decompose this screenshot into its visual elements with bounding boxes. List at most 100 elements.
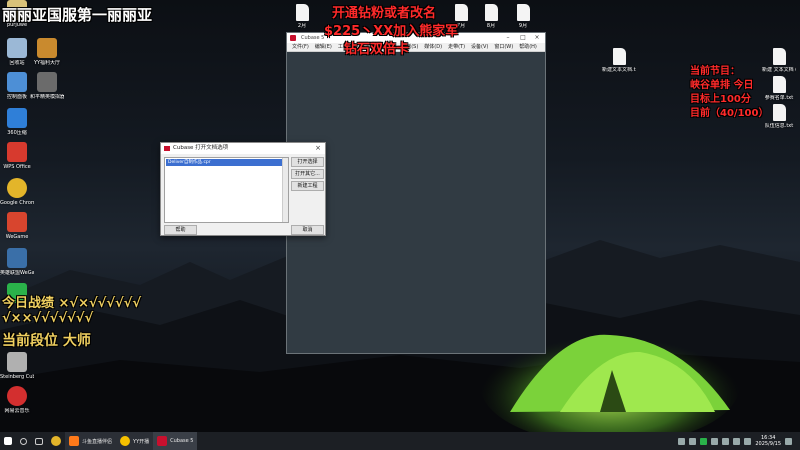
cubase-logo-icon: [290, 35, 296, 41]
desktop-icon-recycle-bin[interactable]: 回收站: [0, 38, 34, 66]
menu-transport[interactable]: 走带(T): [445, 43, 468, 51]
desktop-file-new-text-3[interactable]: 新建 文本文档 (3).txt: [762, 48, 796, 73]
game-icon: [37, 72, 57, 92]
text-file-icon: [295, 4, 309, 21]
system-tray: 16:34 2025/9/15: [678, 432, 792, 450]
lol-icon: [7, 248, 27, 268]
text-file-icon: [612, 48, 626, 65]
help-button[interactable]: 帮助: [164, 225, 197, 235]
desktop-file-2[interactable]: 2月: [285, 4, 319, 29]
text-file-icon: [484, 4, 498, 21]
new-project-button[interactable]: 新建工程: [291, 181, 324, 191]
taskbar-app3-label: Cubase 5: [170, 438, 194, 444]
text-file-icon: [772, 48, 786, 65]
menu-devices[interactable]: 设备(V): [468, 43, 491, 51]
desktop-file-roster[interactable]: 参赛名单.txt: [762, 76, 796, 101]
menu-media[interactable]: 媒体(D): [421, 43, 445, 51]
tray-icon[interactable]: [722, 437, 730, 445]
dialog-title-bar[interactable]: Cubase 打开文档选项 ×: [161, 143, 325, 154]
yy-icon: [120, 436, 131, 446]
volume-icon[interactable]: [744, 437, 752, 445]
dialog-title: Cubase 打开文档选项: [173, 145, 229, 151]
wps-icon: [7, 142, 27, 162]
network-icon[interactable]: [733, 437, 741, 445]
chrome-icon: [7, 178, 27, 198]
tray-icon[interactable]: [711, 437, 719, 445]
open-document-options-dialog[interactable]: Cubase 打开文档选项 × Deliver自制作品.cpr 打开选择 打开其…: [160, 142, 326, 236]
overlay-streamer-name: 丽丽亚国服第一丽丽亚: [2, 6, 153, 24]
task-view-icon: [35, 437, 43, 445]
cubase-window-title: Cubase 5: [301, 35, 325, 41]
overlay-promo-line2: $225丶XX加入熊家军: [324, 24, 459, 39]
cancel-button[interactable]: 取消: [291, 225, 324, 235]
desktop-file-9[interactable]: 9月: [506, 4, 540, 29]
overlay-program-line4: 目前（40/100）: [690, 108, 769, 119]
overlay-record-line1: 今日战绩 ×√×√√√√√√: [2, 296, 142, 311]
overlay-promo-line1: 开通钻粉或者改名: [332, 6, 437, 21]
music-icon: [7, 386, 27, 406]
control-panel-icon: [7, 72, 27, 92]
close-icon[interactable]: ×: [315, 143, 321, 154]
desktop-icon-control-panel[interactable]: 控制面板: [0, 72, 34, 100]
list-scrollbar[interactable]: [282, 158, 288, 222]
desktop-icon-wegame[interactable]: WeGame: [0, 212, 34, 240]
overlay-record-line2: √××√√√√√√√: [2, 311, 94, 326]
taskbar-app2-label: YY开播: [133, 438, 150, 445]
recycle-bin-icon: [7, 38, 27, 58]
taskbar-douyu[interactable]: 斗鱼直播伴侣: [65, 432, 117, 450]
overlay-promo-line3: 钻石双倍卡: [344, 42, 410, 57]
archive-icon: [7, 108, 27, 128]
recent-projects-list[interactable]: Deliver自制作品.cpr: [164, 157, 289, 223]
overlay-program-line3: 目标上100分: [690, 94, 751, 105]
desktop-icon-chrome[interactable]: Google Chrome: [0, 178, 34, 206]
taskbar-clock[interactable]: 16:34 2025/9/15: [755, 435, 781, 447]
clock-date: 2025/9/15: [755, 441, 781, 447]
menu-help[interactable]: 帮助(H): [516, 43, 540, 51]
menu-file[interactable]: 文件(F): [289, 43, 312, 51]
desktop-icon-lol[interactable]: 英雄联盟WeGame版: [0, 248, 34, 276]
minimize-icon[interactable]: –: [501, 33, 515, 43]
taskbar-cubase[interactable]: Cubase 5: [153, 432, 198, 450]
overlay-program-line2: 峡谷单排 今日: [690, 80, 754, 91]
taskbar-search[interactable]: [16, 432, 31, 450]
desktop-icon-360zip[interactable]: 360压缩: [0, 108, 34, 136]
notification-icon[interactable]: [785, 437, 792, 445]
search-icon: [20, 437, 27, 445]
cubase-menu-bar: 文件(F) 编辑(E) 工程(P) 音频(A) MIDI 乐谱(S) 媒体(D)…: [287, 43, 545, 52]
tray-icon[interactable]: [689, 437, 697, 445]
taskbar-chrome[interactable]: [47, 432, 65, 450]
close-icon[interactable]: ×: [530, 33, 544, 43]
list-item[interactable]: Deliver自制作品.cpr: [166, 159, 287, 166]
taskbar-task-view[interactable]: [31, 432, 47, 450]
text-file-icon: [516, 4, 530, 21]
tray-icon[interactable]: [700, 437, 708, 445]
wegame-icon: [7, 212, 27, 232]
desktop-file-new-text[interactable]: 新建文本文档.txt: [602, 48, 636, 73]
menu-window[interactable]: 窗口(W): [491, 43, 516, 51]
windows-taskbar: 斗鱼直播伴侣 YY开播 Cubase 5 16:34 2025/9/15: [0, 432, 800, 450]
start-button[interactable]: [0, 432, 16, 450]
maximize-icon[interactable]: □: [516, 33, 530, 43]
douyu-icon: [69, 436, 79, 446]
desktop-icon-peace-elite[interactable]: 和平精英模拟器WeGam...: [30, 72, 64, 100]
app-icon: [37, 38, 57, 58]
desktop-icon-wps[interactable]: WPS Office: [0, 142, 34, 170]
overlay-program-line1: 当前节目：: [690, 66, 740, 77]
chrome-icon: [51, 436, 61, 446]
taskbar-app1-label: 斗鱼直播伴侣: [82, 438, 113, 445]
text-file-icon: [772, 104, 786, 121]
desktop-file-8[interactable]: 8月: [474, 4, 508, 29]
open-selected-button[interactable]: 打开选择: [291, 157, 324, 167]
overlay-rank: 当前段位 大师: [2, 333, 91, 349]
tray-icon[interactable]: [678, 437, 686, 445]
cubase-icon: [157, 436, 168, 446]
open-other-button[interactable]: 打开其它...: [291, 169, 324, 179]
cubase-logo-icon: [164, 146, 170, 151]
cubase-icon: [7, 352, 27, 372]
desktop-icon-netease-music[interactable]: 网易云音乐: [0, 386, 34, 414]
taskbar-yy[interactable]: YY开播: [116, 432, 154, 450]
text-file-icon: [454, 4, 468, 21]
desktop-icon-yy[interactable]: YY福利大厅: [30, 38, 64, 66]
menu-edit[interactable]: 编辑(E): [312, 43, 335, 51]
desktop-icon-cubase[interactable]: Steinberg Cubase 5: [0, 352, 34, 380]
